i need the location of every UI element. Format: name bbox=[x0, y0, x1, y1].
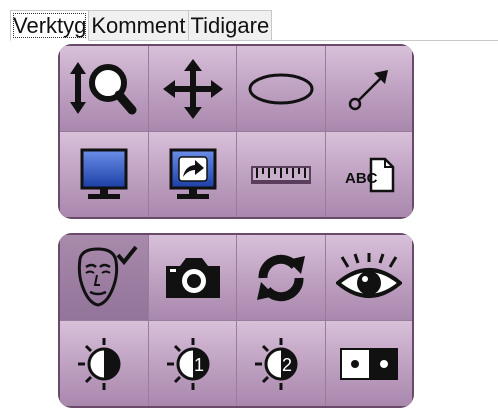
tab-komment[interactable]: Komment bbox=[88, 10, 189, 41]
monitor-icon bbox=[80, 148, 128, 199]
contrast-1-label: 1 bbox=[193, 355, 203, 375]
ellipse-button[interactable] bbox=[237, 46, 326, 132]
contrast-button[interactable] bbox=[60, 321, 149, 406]
monitor-share-icon bbox=[169, 148, 216, 199]
display-panel: 1 2 bbox=[58, 233, 414, 408]
tab-komment-label: Komment bbox=[91, 13, 186, 38]
tab-bar: Verktyg Komment Tidigare bbox=[10, 10, 273, 41]
contrast-2-icon: 2 bbox=[255, 337, 298, 390]
arrow-button[interactable] bbox=[326, 46, 412, 132]
text-annotation-label: ABC bbox=[345, 170, 378, 187]
camera-button[interactable] bbox=[149, 235, 237, 321]
text-annotation-button[interactable]: ABC bbox=[326, 132, 412, 217]
refresh-icon bbox=[257, 254, 305, 301]
eye-icon bbox=[336, 252, 402, 298]
dual-view-button[interactable] bbox=[326, 321, 412, 406]
zoom-icon bbox=[70, 61, 137, 114]
refresh-button[interactable] bbox=[237, 235, 326, 321]
monitor-share-button[interactable] bbox=[149, 132, 237, 217]
face-check-button[interactable] bbox=[60, 235, 149, 321]
camera-icon bbox=[165, 257, 220, 298]
pan-icon bbox=[162, 58, 223, 119]
contrast-1-icon: 1 bbox=[166, 337, 209, 390]
contrast-1-button[interactable]: 1 bbox=[149, 321, 237, 406]
tool-panel: ABC bbox=[58, 44, 414, 219]
tab-verktyg-label: Verktyg bbox=[13, 13, 87, 38]
contrast-2-button[interactable]: 2 bbox=[237, 321, 326, 406]
eye-button[interactable] bbox=[326, 235, 412, 321]
face-check-icon bbox=[77, 245, 138, 307]
ruler-button[interactable] bbox=[237, 132, 326, 217]
dual-view-icon bbox=[340, 347, 398, 380]
tab-verktyg[interactable]: Verktyg bbox=[10, 10, 90, 41]
monitor-button[interactable] bbox=[60, 132, 149, 217]
pan-button[interactable] bbox=[149, 46, 237, 132]
tab-tidigare[interactable]: Tidigare bbox=[187, 10, 273, 41]
contrast-icon bbox=[78, 337, 121, 390]
text-annotation-icon: ABC bbox=[345, 157, 395, 192]
arrow-icon bbox=[348, 69, 388, 110]
tab-tidigare-label: Tidigare bbox=[190, 13, 270, 38]
ellipse-icon bbox=[248, 73, 314, 104]
ruler-icon bbox=[251, 165, 311, 184]
zoom-button[interactable] bbox=[60, 46, 149, 132]
contrast-2-label: 2 bbox=[282, 355, 292, 375]
